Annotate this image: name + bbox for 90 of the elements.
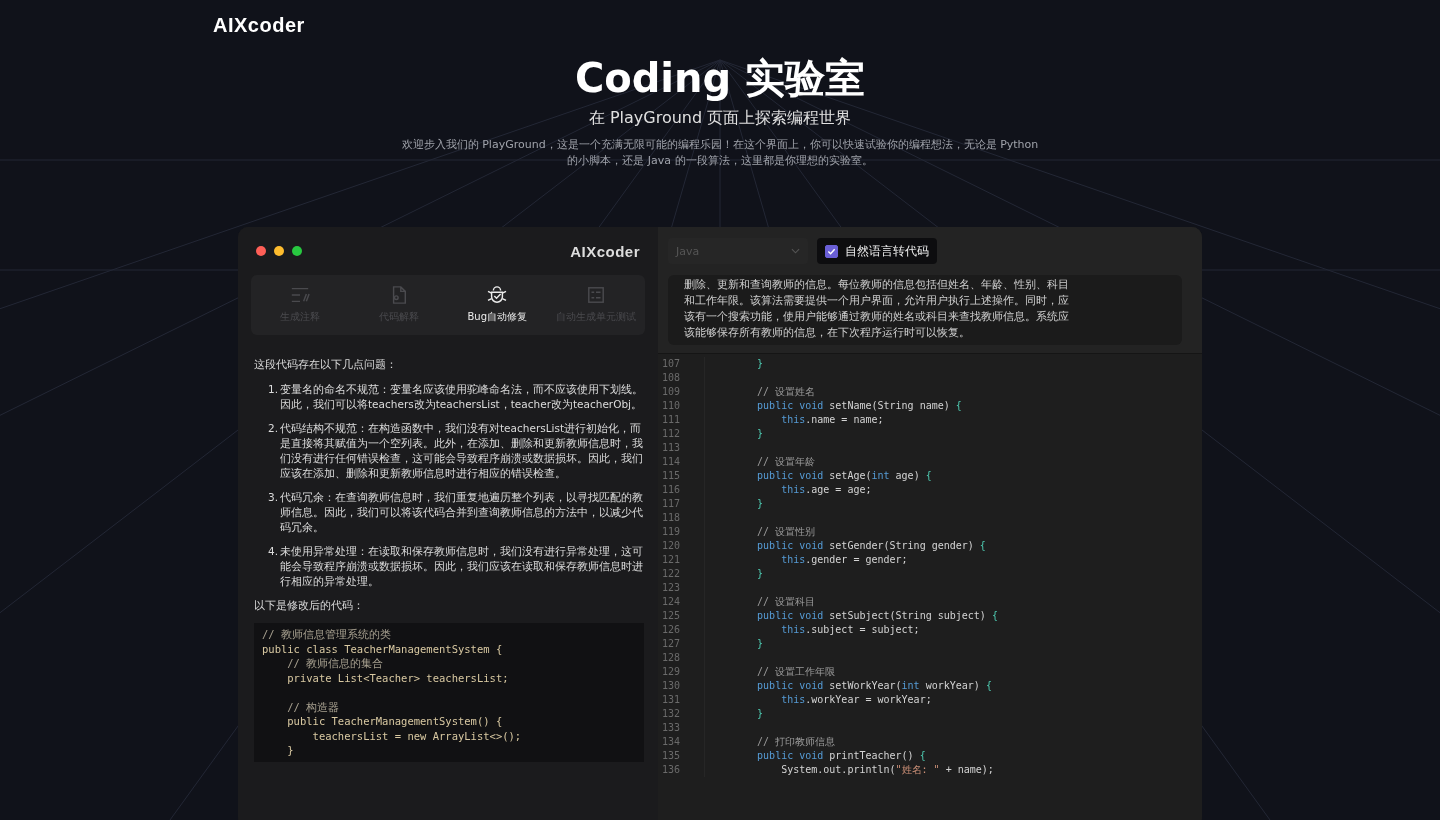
code-line: public void setSubject(String subject) { (756, 609, 998, 623)
code-comment: // 教师信息的集合 (286, 657, 384, 669)
line-number: 121 (658, 553, 705, 567)
line-number: 131 (658, 693, 705, 707)
line-number: 112 (658, 427, 705, 441)
code-line: } (756, 497, 764, 511)
line-number: 124 (658, 595, 705, 609)
code-line: public void setName(String name) { (756, 399, 962, 413)
answer-point: 未使用异常处理：在读取和保存教师信息时，我们没有进行异常处理，这可能会导致程序崩溃或数据损坏。因此，我们应该在读取和保存教师信息时进行相应的异常处理。 (280, 544, 644, 589)
code-line: public void setWorkYear(int workYear) { (756, 679, 992, 693)
code-line: this.age = age; (780, 483, 872, 497)
code-line: // 设置性别 (756, 525, 816, 539)
line-number: 109 (658, 385, 705, 399)
code-line: // 设置年龄 (756, 455, 816, 469)
code-line: this.subject = subject; (780, 623, 920, 637)
checkbox[interactable] (825, 244, 838, 258)
code-line: public void printTeacher() { (756, 749, 926, 763)
window-logo: AIXcoder (570, 242, 640, 260)
line-number: 108 (658, 371, 705, 385)
close-dot-icon[interactable] (256, 246, 266, 256)
answer-intro: 这段代码存在以下几点问题： (254, 357, 398, 372)
code-line: private List<Teacher> teachersList; (286, 671, 509, 684)
line-number: 136 (658, 763, 705, 777)
code-line: // 打印教师信息 (756, 735, 836, 749)
bug-icon (487, 286, 508, 304)
answer-outro: 以下是修改后的代码： (254, 598, 365, 613)
answer-point: 代码冗余：在查询教师信息时，我们重复地遍历整个列表，以寻找匹配的教师信息。因此，我们可以将该代码合并到查询教师信息的方法中，以减少代码冗余。 (280, 490, 644, 535)
list-number: 1. (268, 382, 280, 397)
line-number: 116 (658, 483, 705, 497)
line-number: 126 (658, 623, 705, 637)
code-comment: // 构造器 (286, 700, 340, 713)
code-line: public void setGender(String gender) { (756, 539, 986, 553)
code-line: public void setAge(int age) { (756, 469, 932, 483)
code-line: // 设置工作年限 (756, 665, 836, 679)
feature-tab[interactable]: Bug自动修复 (448, 275, 547, 335)
line-number: 133 (658, 721, 705, 735)
code-line: this.gender = gender; (780, 553, 908, 567)
list-number: 4. (268, 544, 280, 559)
code-line: // 设置科目 (756, 595, 816, 609)
line-number: 132 (658, 707, 705, 721)
maximize-dot-icon[interactable] (292, 246, 302, 256)
line-number: 113 (658, 441, 705, 455)
chevron-down-icon (791, 248, 800, 254)
code-line: } (756, 637, 764, 651)
line-number: 107 (658, 357, 705, 371)
code-line: } (286, 744, 294, 756)
line-number: 119 (658, 525, 705, 539)
line-number: 122 (658, 567, 705, 581)
line-number: 130 (658, 679, 705, 693)
code-line: this.name = name; (780, 413, 884, 427)
line-number: 118 (658, 511, 705, 525)
line-number: 123 (658, 581, 705, 595)
lines-icon (290, 286, 311, 304)
code-line: public TeacherManagementSystem() { (286, 715, 503, 727)
code-line: } (756, 427, 764, 441)
list-number: 3. (268, 490, 280, 505)
checklist-icon (585, 286, 606, 304)
line-number: 115 (658, 469, 705, 483)
logo: AIXcoder (213, 14, 305, 36)
line-number: 135 (658, 749, 705, 763)
hero-title: Coding 实验室 (573, 54, 867, 102)
checkbox-label: 自然语言转代码 (845, 242, 929, 260)
line-number: 128 (658, 651, 705, 665)
code-line: } (756, 357, 764, 371)
line-number: 127 (658, 637, 705, 651)
line-number: 125 (658, 609, 705, 623)
code-line: } (756, 707, 764, 721)
code-line: teachersList = new ArrayList<>(); (311, 729, 522, 742)
line-number: 134 (658, 735, 705, 749)
answer-point: 代码结构不规范：在构造函数中，我们没有对teachersList进行初始化，而是直接将其赋值为一个空列表。此外，在添加、删除和更新教师信息时，我们没有进行任何错误检查，这可能会导致程序崩溃或数据损坏。因此，我们应该在添加、删除和更新教师信息时进行相应的错误检查。 (280, 421, 644, 481)
prompt-field[interactable]: 删除、更新和查询教师的信息。每位教师的信息包括但姓名、年龄、性别、科目和工作年限。该算法需要提供一个用户界面，允许用户执行上述操作。同时，应该有一个搜索功能，使用户能够通过教师的姓名或科目来查找教师信息。系统应该能够保存所有教师的信息，在下次程序运行时可以恢复。 (668, 275, 1182, 345)
nl-to-code-toggle[interactable]: 自然语言转代码 (817, 238, 937, 264)
line-number: 120 (658, 539, 705, 553)
code-line: } (756, 567, 764, 581)
code-line: this.workYear = workYear; (780, 693, 932, 707)
hero-subtitle: 在 PlayGround 页面上探索编程世界 (587, 108, 853, 129)
code-line: public class TeacherManagementSystem { (262, 642, 503, 655)
hero-description: 欢迎步入我们的 PlayGround，这是一个充满无限可能的编程乐园！在这个界面上，你可以快速试验你的编程想法，无论是 Python 的小脚本，还是 Java 的一段算法，这里都是你理想的实验室。 (400, 137, 1040, 169)
code-line: // 设置姓名 (756, 385, 816, 399)
answer-point: 变量名的命名不规范：变量名应该使用驼峰命名法，而不应该使用下划线。因此，我们可以将teachers改为teachersList，teacher改为teacherObj。 (280, 382, 644, 412)
line-number: 117 (658, 497, 705, 511)
line-number: 114 (658, 455, 705, 469)
list-number: 2. (268, 421, 280, 436)
code-line: System.out.println("姓名: " + name); (780, 763, 994, 777)
check-icon (827, 246, 836, 256)
minimize-dot-icon[interactable] (274, 246, 284, 256)
line-number: 110 (658, 399, 705, 413)
line-number: 111 (658, 413, 705, 427)
code-comment: // 教师信息管理系统的类 (262, 628, 391, 640)
line-number: 129 (658, 665, 705, 679)
